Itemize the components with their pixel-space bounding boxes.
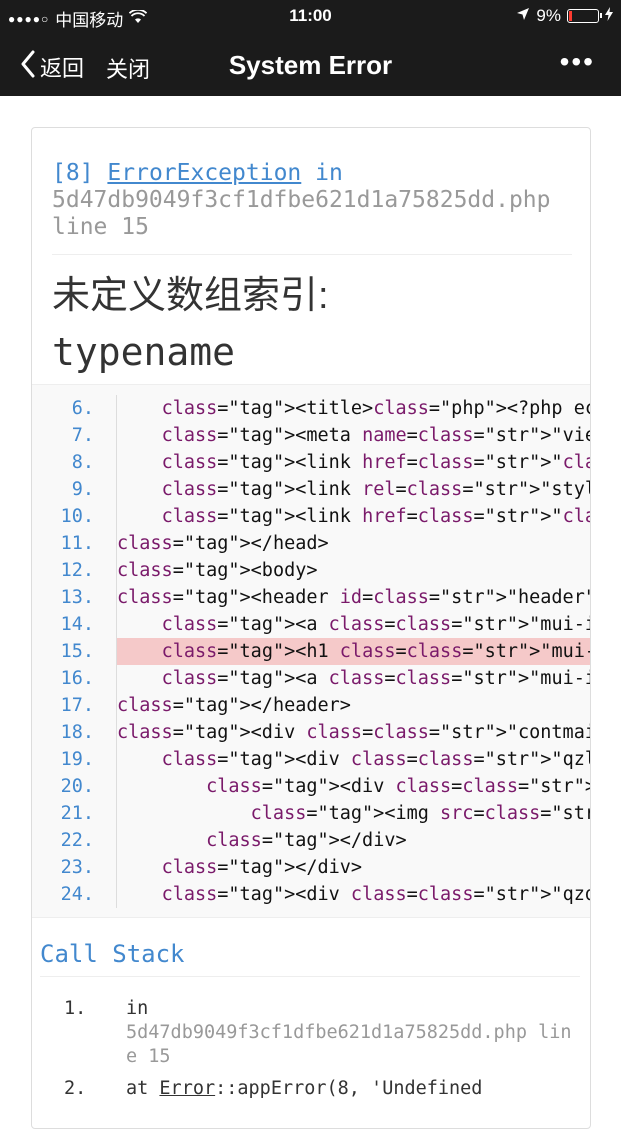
line-code: class="tag"><a class=class="str">"mui-ic… (116, 665, 590, 692)
battery-percent: 9% (536, 6, 561, 25)
line-code: class="tag"><img src=class="str">"class=… (116, 800, 590, 827)
call-stack-prefix: in (126, 998, 149, 1019)
line-code: class="tag"><header id=class="str">"head… (116, 584, 590, 611)
line-code: class="tag"><div class=class="str">"cont… (116, 719, 590, 746)
error-card: [8] ErrorException in 5d47db9049f3cf1dfb… (31, 127, 591, 1129)
code-line: 15. class="tag"><h1 class=class="str">"m… (32, 638, 590, 665)
line-code: class="tag"><title>class="php"><?php ech… (116, 395, 590, 422)
error-header: [8] ErrorException in 5d47db9049f3cf1dfb… (52, 160, 572, 241)
divider (52, 254, 572, 255)
error-message-text: 未定义数组索引: (52, 275, 329, 317)
call-stack: Call Stack 1. in 5d47db9049f3cf1dfbe621d… (40, 940, 580, 1109)
code-line: 9. class="tag"><link rel=class="str">"st… (32, 476, 590, 503)
exception-link[interactable]: ErrorException (107, 160, 301, 186)
line-code: class="tag"><div class=class="str">"qzli… (116, 746, 590, 773)
error-message-key: typename (52, 330, 236, 374)
call-stack-list: 1. in 5d47db9049f3cf1dfbe621d1a75825dd.p… (40, 997, 580, 1101)
code-line: 8. class="tag"><link href=class="str">"c… (32, 449, 590, 476)
line-number: 6. (71, 398, 94, 419)
code-line: 19. class="tag"><div class=class="str">"… (32, 746, 590, 773)
line-code: class="tag"><h1 class=class="str">"mui-t… (116, 638, 590, 665)
error-line: line 15 (52, 214, 149, 240)
call-stack-item: 1. in 5d47db9049f3cf1dfbe621d1a75825dd.p… (40, 997, 580, 1069)
call-stack-item: 2. at Error::appError(8, 'Undefined (40, 1077, 580, 1101)
line-number: 14. (60, 614, 94, 635)
line-code: class="tag"></head> (116, 530, 590, 557)
line-code: class="tag"></div> (116, 854, 590, 881)
battery-icon (567, 9, 602, 23)
code-line: 23. class="tag"></div> (32, 854, 590, 881)
line-code: class="tag"><div class=class="str">"qzti… (116, 773, 590, 800)
line-number: 11. (60, 533, 94, 554)
call-stack-rest: ::appError(8, 'Undefined (215, 1078, 483, 1099)
code-line: 13. class="tag"><header id=class="str">"h… (32, 584, 590, 611)
code-line: 22. class="tag"></div> (32, 827, 590, 854)
line-code: class="tag"></header> (116, 692, 590, 719)
code-line: 14. class="tag"><a class=class="str">"mu… (32, 611, 590, 638)
code-line: 20. class="tag"><div class=class="str">"… (32, 773, 590, 800)
line-number: 13. (60, 587, 94, 608)
code-line: 6. class="tag"><title>class="php"><?php … (32, 395, 590, 422)
code-line: 7. class="tag"><meta name=class="str">"v… (32, 422, 590, 449)
line-number: 12. (60, 560, 94, 581)
line-number: 23. (60, 857, 94, 878)
code-line: 18. class="tag"><div class=class="str">"c… (32, 719, 590, 746)
line-number: 20. (60, 776, 94, 797)
line-number: 18. (60, 722, 94, 743)
error-message: 未定义数组索引: typename (52, 268, 582, 380)
line-number: 8. (71, 452, 94, 473)
line-number: 10. (60, 506, 94, 527)
code-line: 24. class="tag"><div class=class="str">"… (32, 881, 590, 908)
call-stack-prefix: at (126, 1078, 149, 1099)
line-code: class="tag"><body> (116, 557, 590, 584)
call-stack-title: Call Stack (40, 940, 580, 977)
line-number: 21. (60, 803, 94, 824)
line-number: 24. (60, 884, 94, 905)
code-line: 12. class="tag"><body> (32, 557, 590, 584)
status-bar: ●●●●○ 中国移动 11:00 9% (0, 0, 621, 32)
line-number: 9. (71, 479, 94, 500)
code-line: 17. class="tag"></header> (32, 692, 590, 719)
page-title: System Error (228, 50, 393, 80)
line-number: 19. (60, 749, 94, 770)
call-stack-index: 2. (64, 1078, 87, 1099)
code-line: 10. class="tag"><link href=class="str">"… (32, 503, 590, 530)
line-code: class="tag"></div> (116, 827, 590, 854)
code-line: 21. class="tag"><img src=class="str">"cl… (32, 800, 590, 827)
charging-icon (605, 6, 613, 26)
in-label: in (315, 160, 343, 186)
call-stack-detail: 5d47db9049f3cf1dfbe621d1a75825dd.php lin… (126, 1022, 572, 1067)
line-code: class="tag"><link href=class="str">"clas… (116, 503, 590, 530)
line-code: class="tag"><a class=class="str">"mui-ic… (116, 611, 590, 638)
line-code: class="tag"><div class=class="str">"qzde… (116, 881, 590, 908)
error-file: 5d47db9049f3cf1dfbe621d1a75825dd.php (52, 187, 551, 213)
code-line: 16. class="tag"><a class=class="str">"mu… (32, 665, 590, 692)
error-code: [8] (52, 160, 94, 186)
line-number: 16. (60, 668, 94, 689)
location-arrow-icon (516, 6, 530, 26)
call-stack-func-link[interactable]: Error (159, 1078, 215, 1099)
line-number: 22. (60, 830, 94, 851)
line-number: 17. (60, 695, 94, 716)
code-line: 11. class="tag"></head> (32, 530, 590, 557)
line-code: class="tag"><link rel=class="str">"style… (116, 476, 590, 503)
source-lines: 6. class="tag"><title>class="php"><?php … (32, 395, 590, 908)
line-number: 15. (60, 641, 94, 662)
nav-bar: 返回 关闭 System Error ••• (0, 32, 621, 96)
call-stack-index: 1. (64, 998, 87, 1019)
source-code-panel[interactable]: 6. class="tag"><title>class="php"><?php … (32, 384, 590, 918)
line-code: class="tag"><link href=class="str">"clas… (116, 449, 590, 476)
line-number: 7. (71, 425, 94, 446)
line-code: class="tag"><meta name=class="str">"view… (116, 422, 590, 449)
more-menu-button[interactable]: ••• (560, 46, 595, 78)
